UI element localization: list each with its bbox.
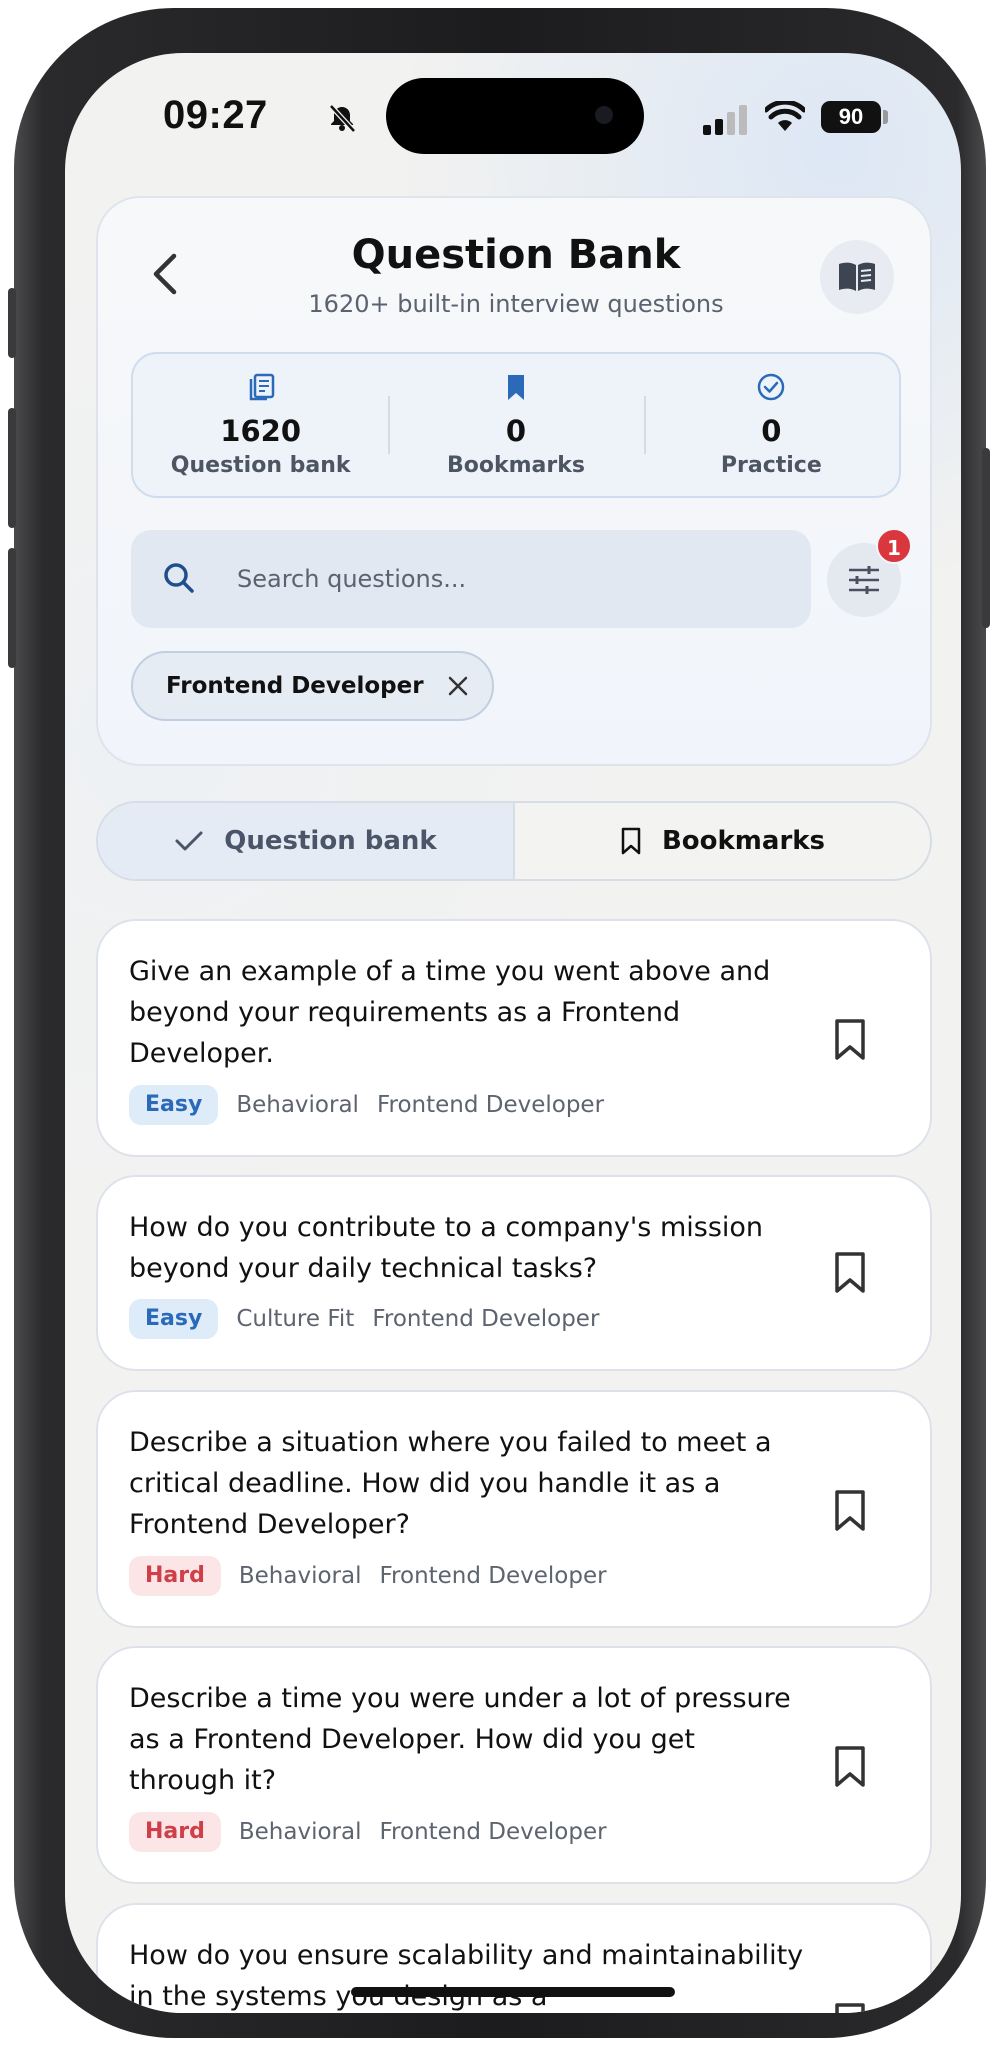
stat-bookmarks: 0 Bookmarks — [388, 354, 643, 496]
stat-practice: 0 Practice — [643, 354, 899, 496]
search-input[interactable] — [237, 530, 777, 628]
stat-label: Bookmarks — [447, 453, 585, 478]
home-indicator[interactable] — [351, 1987, 675, 1997]
question-text: Describe a situation where you failed to… — [129, 1427, 772, 1540]
tab-question-bank[interactable]: Question bank — [98, 803, 515, 879]
question-card[interactable]: How do you contribute to a company's mis… — [96, 1175, 932, 1371]
question-text: How do you ensure scalability and mainta… — [129, 1940, 804, 2012]
stat-value: 1620 — [220, 414, 302, 448]
difficulty-badge: Hard — [129, 1556, 221, 1596]
filter-count-badge: 1 — [876, 528, 912, 564]
bookmark-icon[interactable] — [832, 1018, 868, 1062]
page-subtitle: 1620+ built-in interview questions — [308, 290, 724, 318]
silent-switch — [8, 288, 16, 358]
segmented-tabs: Question bank Bookmarks — [96, 801, 932, 881]
battery-cap — [883, 110, 888, 124]
page-title: Question Bank — [351, 232, 681, 278]
bell-muted-icon — [329, 104, 356, 133]
question-card[interactable]: Describe a situation where you failed to… — [96, 1390, 932, 1628]
status-time: 09:27 — [163, 93, 268, 137]
power-button — [982, 448, 990, 628]
search-icon — [164, 563, 194, 593]
search-bar — [131, 530, 811, 628]
camera-dot — [595, 106, 613, 124]
volume-down-button — [8, 548, 16, 668]
close-icon[interactable] — [446, 674, 470, 698]
question-meta: Hard Behavioral Frontend Developer — [129, 1812, 607, 1852]
difficulty-badge: Hard — [129, 1812, 221, 1852]
question-card[interactable]: Describe a time you were under a lot of … — [96, 1646, 932, 1884]
stat-value: 0 — [761, 414, 782, 448]
stats-panel: 1620 Question bank 0 Bookmarks 0 Practic… — [131, 352, 901, 498]
question-category: Behavioral — [236, 1092, 359, 1118]
tab-bookmarks[interactable]: Bookmarks — [515, 803, 930, 879]
stat-value: 0 — [505, 414, 527, 448]
question-meta: Hard Behavioral Frontend Developer — [129, 1556, 607, 1596]
bookmark-filled-icon — [507, 375, 524, 400]
bookmark-icon[interactable] — [832, 1745, 868, 1789]
sliders-icon — [849, 566, 879, 594]
checkmark-icon — [175, 831, 203, 851]
phone-frame: 09:27 90 Question Bank 1620+ built-in in… — [8, 8, 990, 2038]
question-category: Behavioral — [238, 1819, 362, 1845]
volume-up-button — [8, 408, 16, 528]
difficulty-badge: Easy — [129, 1085, 219, 1125]
bookmark-icon[interactable] — [832, 1251, 868, 1295]
question-meta: Easy Behavioral Frontend Developer — [129, 1085, 604, 1125]
tab-label: Bookmarks — [661, 826, 826, 856]
question-category: Behavioral — [238, 1563, 362, 1589]
battery-indicator: 90 — [821, 101, 881, 133]
open-book-icon — [839, 262, 875, 291]
question-role: Frontend Developer — [379, 1819, 607, 1845]
filter-chip-label: Frontend Developer — [166, 673, 424, 699]
stat-label: Practice — [720, 453, 822, 478]
filter-chip[interactable]: Frontend Developer — [131, 651, 494, 721]
question-text: Give an example of a time you went above… — [129, 956, 771, 1069]
question-meta: Easy Culture Fit Frontend Developer — [129, 1299, 599, 1339]
bookmark-icon[interactable] — [832, 1489, 868, 1533]
question-text: How do you contribute to a company's mis… — [129, 1212, 764, 1284]
document-stack-icon — [249, 373, 274, 401]
tab-label: Question bank — [224, 826, 437, 856]
screen: 09:27 90 Question Bank 1620+ built-in in… — [65, 53, 961, 2013]
question-category: Culture Fit — [236, 1306, 355, 1332]
bookmark-icon[interactable] — [832, 2002, 868, 2013]
question-card[interactable]: Give an example of a time you went above… — [96, 919, 932, 1157]
stat-question-bank: 1620 Question bank — [133, 354, 388, 496]
cellular-signal-icon — [703, 105, 747, 135]
question-role: Frontend Developer — [376, 1092, 605, 1118]
header-card: Question Bank 1620+ built-in interview q… — [96, 196, 932, 766]
question-text: Describe a time you were under a lot of … — [129, 1683, 791, 1796]
bookmark-outline-icon — [621, 827, 641, 855]
question-role: Frontend Developer — [372, 1306, 600, 1332]
question-role: Frontend Developer — [379, 1563, 607, 1589]
difficulty-badge: Easy — [129, 1299, 219, 1339]
stat-label: Question bank — [170, 453, 351, 478]
check-circle-icon — [758, 373, 785, 401]
wifi-icon — [765, 101, 805, 131]
guide-button[interactable] — [820, 240, 894, 314]
